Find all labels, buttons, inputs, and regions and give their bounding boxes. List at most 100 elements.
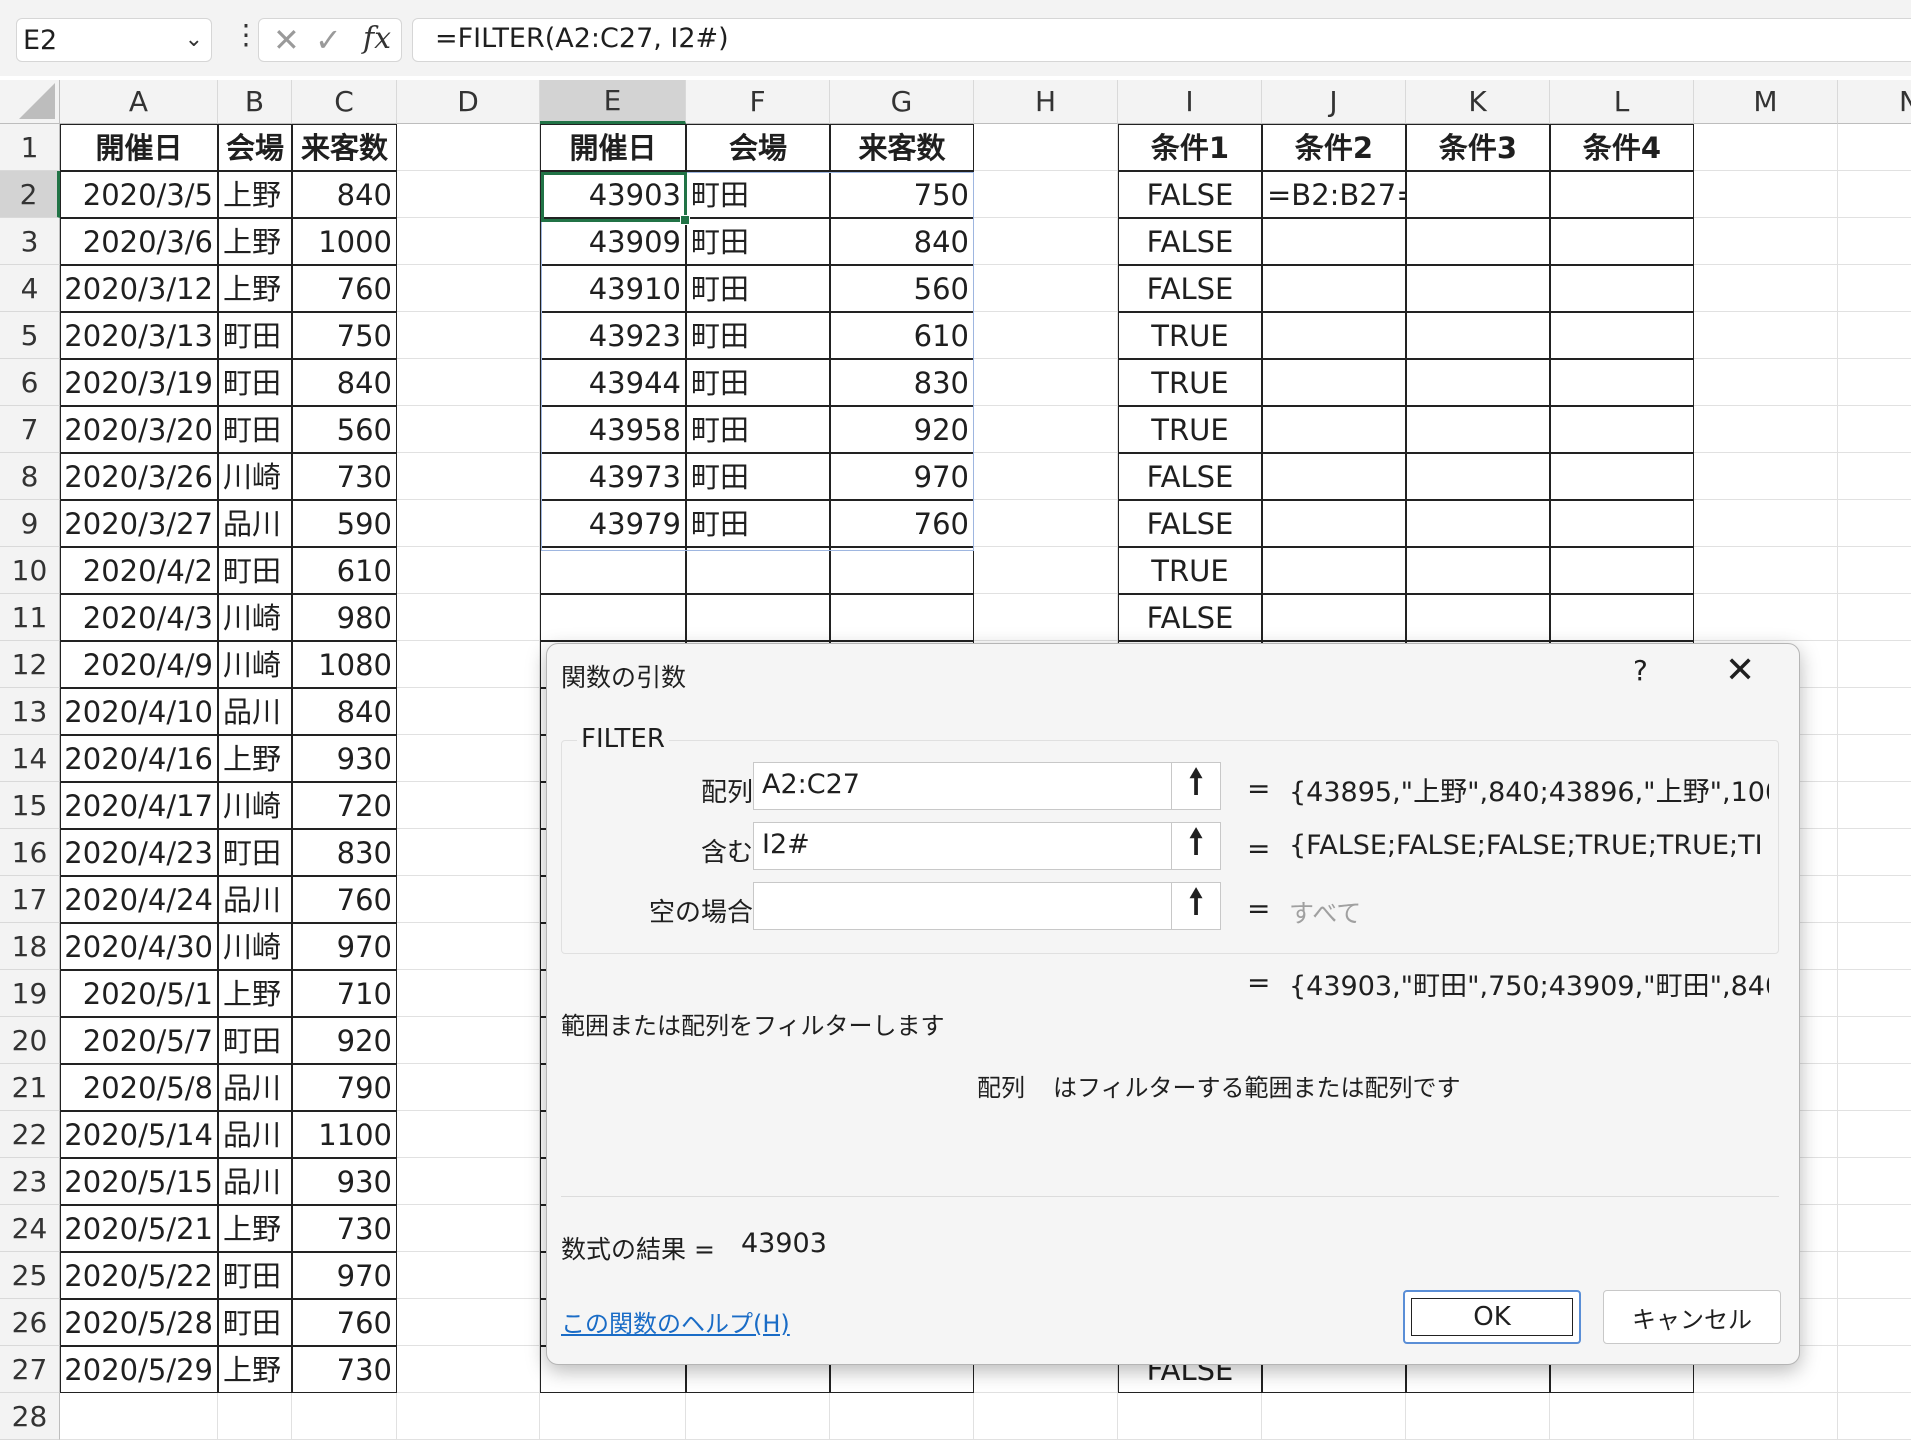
row-header-27[interactable]: 27 (0, 1346, 60, 1393)
grid-cell[interactable] (1838, 641, 1911, 688)
result-venue-cell[interactable]: 町田 (686, 171, 830, 218)
source-venue-cell[interactable]: 川崎 (218, 923, 292, 970)
grid-cell[interactable] (1838, 1158, 1911, 1205)
source-venue-cell[interactable]: 町田 (218, 406, 292, 453)
source-venue-cell[interactable]: 品川 (218, 1158, 292, 1205)
source-visitors-cell[interactable]: 710 (292, 970, 397, 1017)
result-date-cell[interactable]: 43910 (540, 265, 686, 312)
condition2-cell[interactable] (1262, 312, 1406, 359)
row-header-9[interactable]: 9 (0, 500, 60, 547)
source-visitors-cell[interactable]: 970 (292, 1252, 397, 1299)
grid-cell[interactable] (397, 124, 540, 171)
condition2-cell[interactable] (1262, 453, 1406, 500)
source-venue-cell[interactable]: 品川 (218, 500, 292, 547)
source-visitors-cell[interactable]: 920 (292, 1017, 397, 1064)
grid-cell[interactable] (1838, 124, 1911, 171)
condition4-cell[interactable] (1550, 171, 1694, 218)
grid-cell[interactable] (1838, 735, 1911, 782)
row-header-13[interactable]: 13 (0, 688, 60, 735)
row-header-16[interactable]: 16 (0, 829, 60, 876)
source-venue-cell[interactable]: 町田 (218, 547, 292, 594)
result-venue-cell[interactable]: 町田 (686, 406, 830, 453)
row-header-11[interactable]: 11 (0, 594, 60, 641)
source-venue-cell[interactable]: 品川 (218, 1111, 292, 1158)
ok-button[interactable]: OK (1403, 1290, 1581, 1344)
result-venue-cell[interactable] (686, 547, 830, 594)
result-venue-cell[interactable]: 町田 (686, 359, 830, 406)
grid-cell[interactable] (1838, 688, 1911, 735)
source-header-cell[interactable]: 会場 (218, 124, 292, 171)
grid-cell[interactable] (1694, 359, 1838, 406)
grid-cell[interactable] (397, 1064, 540, 1111)
grid-cell[interactable] (1838, 1017, 1911, 1064)
grid-cell[interactable] (1838, 876, 1911, 923)
source-visitors-cell[interactable]: 930 (292, 735, 397, 782)
row-header-22[interactable]: 22 (0, 1111, 60, 1158)
result-venue-cell[interactable]: 町田 (686, 500, 830, 547)
source-visitors-cell[interactable]: 930 (292, 1158, 397, 1205)
source-date-cell[interactable]: 2020/4/17 (60, 782, 218, 829)
condition3-cell[interactable] (1406, 265, 1550, 312)
row-header-5[interactable]: 5 (0, 312, 60, 359)
result-visitors-cell[interactable]: 760 (830, 500, 974, 547)
column-header-b[interactable]: B (218, 80, 292, 124)
row-header-23[interactable]: 23 (0, 1158, 60, 1205)
row-header-3[interactable]: 3 (0, 218, 60, 265)
grid-cell[interactable] (397, 359, 540, 406)
source-header-cell[interactable]: 来客数 (292, 124, 397, 171)
source-date-cell[interactable]: 2020/3/20 (60, 406, 218, 453)
source-date-cell[interactable]: 2020/4/24 (60, 876, 218, 923)
active-cell[interactable] (541, 172, 687, 222)
grid-cell[interactable] (1694, 265, 1838, 312)
row-header-8[interactable]: 8 (0, 453, 60, 500)
grid-cell[interactable] (397, 218, 540, 265)
column-header-e[interactable]: E (540, 80, 686, 124)
grid-cell[interactable] (397, 923, 540, 970)
source-date-cell[interactable]: 2020/3/6 (60, 218, 218, 265)
source-visitors-cell[interactable]: 760 (292, 876, 397, 923)
result-venue-cell[interactable]: 町田 (686, 218, 830, 265)
source-visitors-cell[interactable]: 790 (292, 1064, 397, 1111)
condition-value-cell[interactable]: TRUE (1118, 406, 1262, 453)
source-date-cell[interactable]: 2020/3/19 (60, 359, 218, 406)
grid-cell[interactable] (397, 1017, 540, 1064)
grid-cell[interactable] (974, 265, 1118, 312)
collapse-dialog-icon[interactable]: 🠕 (1171, 822, 1220, 869)
grid-cell[interactable] (1838, 970, 1911, 1017)
grid-cell[interactable] (1838, 453, 1911, 500)
column-header-l[interactable]: L (1550, 80, 1694, 124)
source-date-cell[interactable]: 2020/3/5 (60, 171, 218, 218)
condition4-cell[interactable] (1550, 406, 1694, 453)
grid-cell[interactable] (397, 547, 540, 594)
condition4-cell[interactable] (1550, 453, 1694, 500)
source-venue-cell[interactable]: 町田 (218, 829, 292, 876)
source-visitors-cell[interactable]: 840 (292, 688, 397, 735)
condition-value-cell[interactable]: FALSE (1118, 218, 1262, 265)
result-date-cell[interactable]: 43973 (540, 453, 686, 500)
grid-cell[interactable] (974, 406, 1118, 453)
source-visitors-cell[interactable]: 970 (292, 923, 397, 970)
column-header-g[interactable]: G (830, 80, 974, 124)
row-header-12[interactable]: 12 (0, 641, 60, 688)
result-visitors-cell[interactable] (830, 594, 974, 641)
source-venue-cell[interactable]: 川崎 (218, 594, 292, 641)
grid-cell[interactable] (1838, 782, 1911, 829)
grid-cell[interactable] (397, 829, 540, 876)
condition4-cell[interactable] (1550, 265, 1694, 312)
result-header-cell[interactable]: 会場 (686, 124, 830, 171)
column-header-a[interactable]: A (60, 80, 218, 124)
source-visitors-cell[interactable]: 610 (292, 547, 397, 594)
source-header-cell[interactable]: 開催日 (60, 124, 218, 171)
grid-cell[interactable] (1694, 547, 1838, 594)
result-date-cell[interactable]: 43958 (540, 406, 686, 453)
source-visitors-cell[interactable]: 590 (292, 500, 397, 547)
grid-cell[interactable] (397, 453, 540, 500)
grid-cell[interactable] (397, 312, 540, 359)
grid-cell[interactable] (397, 406, 540, 453)
result-visitors-cell[interactable] (830, 547, 974, 594)
fill-handle[interactable] (680, 215, 690, 225)
grid-cell[interactable] (1838, 1346, 1911, 1393)
function-help-link[interactable]: この関数のヘルプ(H) (561, 1304, 790, 1339)
source-date-cell[interactable]: 2020/4/30 (60, 923, 218, 970)
source-venue-cell[interactable]: 上野 (218, 970, 292, 1017)
